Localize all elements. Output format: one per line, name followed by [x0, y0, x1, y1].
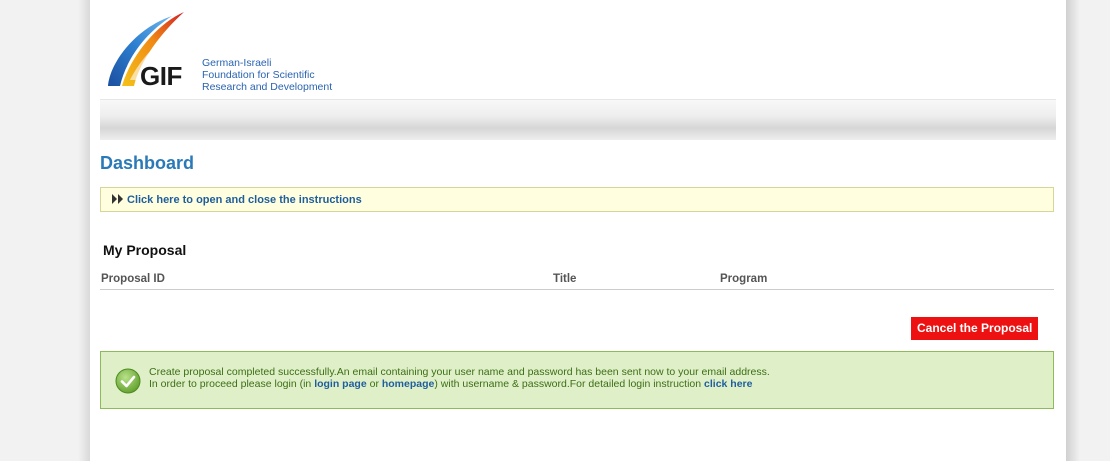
login-page-link[interactable]: login page: [314, 378, 367, 390]
success-text-fragment: In order to proceed please login (in: [149, 378, 315, 390]
instructions-toggle[interactable]: Click here to open and close the instruc…: [100, 187, 1054, 212]
success-text-fragment: ) with username & password.For detailed …: [434, 378, 705, 390]
homepage-link[interactable]: homepage: [382, 378, 435, 390]
logo-line: German-Israeli: [202, 57, 272, 69]
success-check-icon: [115, 368, 141, 394]
instructions-toggle-label: Click here to open and close the instruc…: [127, 194, 362, 206]
logo-mark-text: GIF: [140, 61, 182, 91]
column-header-title: Title: [553, 273, 577, 285]
page-container: GIF German-Israeli Foundation for Scient…: [90, 0, 1066, 461]
success-line-2: In order to proceed please login (in log…: [149, 378, 770, 390]
proposal-table-header: Proposal ID Title Program: [100, 271, 1054, 290]
success-text-fragment: or: [366, 378, 382, 390]
logo-line: Research and Development: [202, 81, 333, 93]
double-arrow-right-icon: [112, 194, 123, 204]
logo-org-name: German-Israeli Foundation for Scientific…: [202, 57, 332, 93]
cancel-proposal-button[interactable]: Cancel the Proposal: [911, 317, 1039, 340]
login-instructions-link[interactable]: click here: [704, 378, 752, 390]
my-proposal-heading: My Proposal: [103, 242, 187, 258]
column-header-proposal-id: Proposal ID: [101, 273, 165, 285]
success-message-text: Create proposal completed successfully.A…: [149, 366, 770, 390]
success-line-1: Create proposal completed successfully.A…: [149, 366, 770, 378]
page-title: Dashboard: [100, 153, 195, 173]
success-message-box: Create proposal completed successfully.A…: [100, 351, 1054, 409]
column-header-program: Program: [720, 273, 768, 285]
logo-line: Foundation for Scientific: [202, 69, 315, 81]
top-navbar: [100, 99, 1056, 140]
gif-logo[interactable]: GIF German-Israeli Foundation for Scient…: [100, 10, 340, 93]
page-shadow-left: [78, 0, 90, 461]
page-shadow-right: [1066, 0, 1080, 461]
